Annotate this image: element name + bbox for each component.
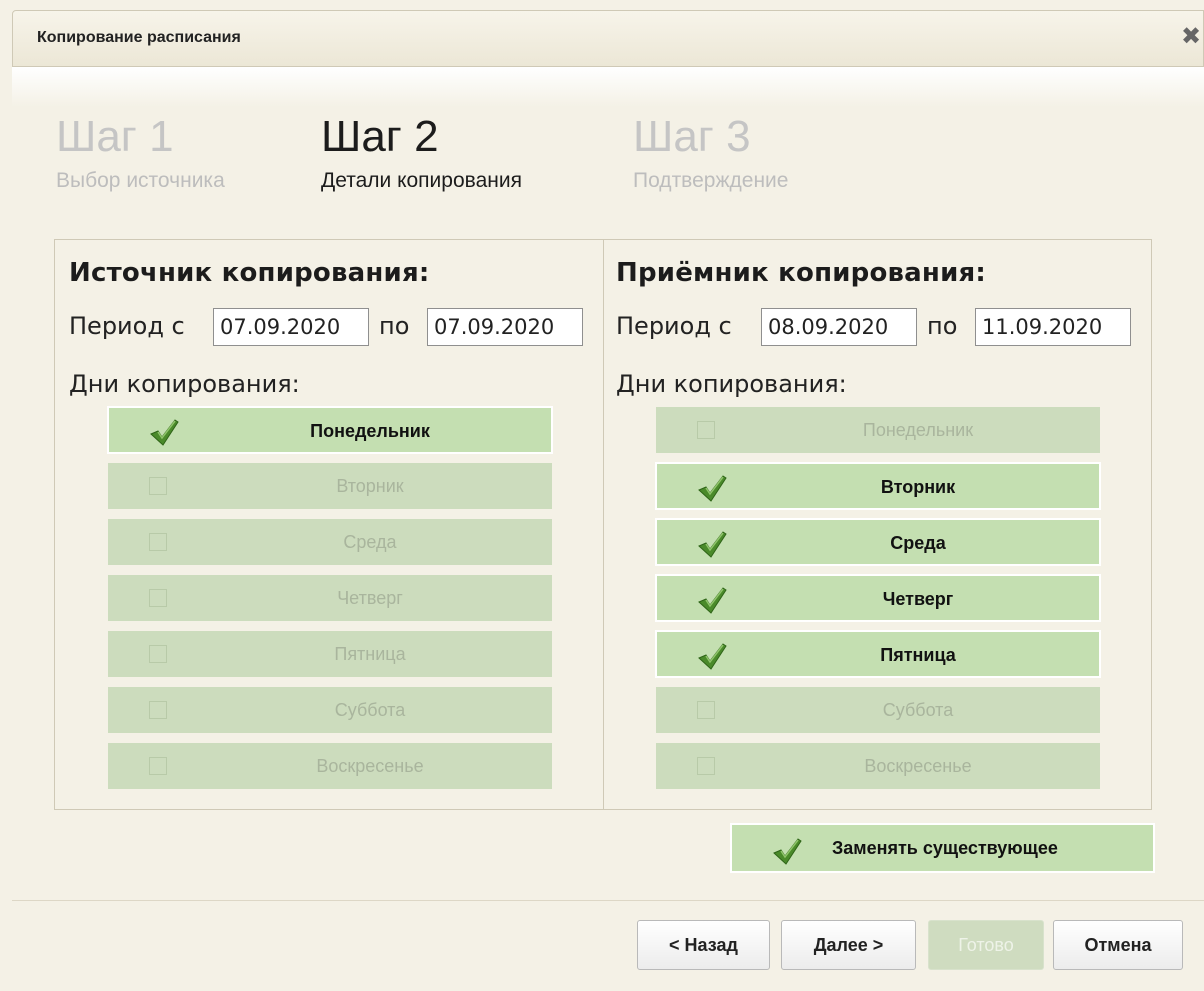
step-3: Шаг 3 Подтверждение [633, 112, 788, 196]
source-date-to-input[interactable] [427, 308, 583, 346]
checkbox-empty-icon [697, 757, 715, 775]
target-date-from-input[interactable] [761, 308, 917, 346]
target-period-from-label: Период с [616, 312, 732, 340]
step-1-number: Шаг 1 [56, 112, 174, 161]
step-2-number: Шаг 2 [321, 112, 439, 161]
source-period-from-label: Период с [69, 312, 185, 340]
target-day-checkbox[interactable]: Четверг [655, 574, 1101, 622]
checkmark-icon [698, 643, 727, 670]
source-day-checkbox[interactable]: Воскресенье [107, 742, 553, 790]
source-panel: Источник копирования: Период с по Дни ко… [55, 240, 603, 809]
checkmark-icon [698, 531, 727, 558]
day-label: Четверг [337, 588, 403, 608]
source-day-checkbox[interactable]: Суббота [107, 686, 553, 734]
checkbox-empty-icon [149, 533, 167, 551]
source-days-label: Дни копирования: [69, 370, 300, 398]
day-label: Вторник [336, 476, 404, 496]
day-label: Суббота [334, 700, 406, 720]
checkbox-empty-icon [149, 757, 167, 775]
header-band [12, 67, 1204, 107]
step-1: Шаг 1 Выбор источника [56, 112, 225, 196]
checkbox-empty-icon [149, 477, 167, 495]
day-label: Понедельник [862, 420, 974, 440]
done-button[interactable]: Готово [928, 920, 1044, 970]
day-label: Пятница [880, 645, 956, 665]
target-date-to-input[interactable] [975, 308, 1131, 346]
copy-schedule-dialog: Копирование расписания ✖ Шаг 1 Выбор ист… [0, 0, 1204, 991]
next-button[interactable]: Далее > [781, 920, 916, 970]
dialog-title: Копирование расписания [37, 29, 241, 46]
target-day-checkbox[interactable]: Пятница [655, 630, 1101, 678]
target-period-to-label: по [927, 312, 958, 340]
replace-existing-label: Заменять существующее [832, 838, 1058, 858]
source-heading: Источник копирования: [69, 258, 430, 288]
source-date-from-input[interactable] [213, 308, 369, 346]
cancel-button[interactable]: Отмена [1053, 920, 1183, 970]
day-label: Суббота [882, 700, 954, 720]
day-label: Понедельник [310, 421, 430, 441]
dialog-titlebar: Копирование расписания ✖ [12, 10, 1204, 67]
target-day-checkbox[interactable]: Вторник [655, 462, 1101, 510]
target-day-checkbox[interactable]: Понедельник [655, 406, 1101, 454]
back-button[interactable]: < Назад [637, 920, 770, 970]
checkbox-empty-icon [149, 645, 167, 663]
source-day-checkbox[interactable]: Пятница [107, 630, 553, 678]
day-label: Четверг [882, 589, 954, 609]
day-label: Среда [890, 533, 946, 553]
checkmark-icon [150, 419, 179, 446]
day-label: Среда [343, 532, 397, 552]
source-day-checkbox[interactable]: Четверг [107, 574, 553, 622]
target-day-checkbox[interactable]: Среда [655, 518, 1101, 566]
step-3-description: Подтверждение [633, 169, 789, 192]
footer-divider [12, 900, 1204, 901]
target-heading: Приёмник копирования: [616, 258, 986, 288]
source-day-checkbox[interactable]: Среда [107, 518, 553, 566]
target-days-label: Дни копирования: [616, 370, 847, 398]
checkbox-empty-icon [697, 701, 715, 719]
replace-existing-toggle[interactable]: Заменять существующее [730, 823, 1155, 873]
checkmark-icon [698, 475, 727, 502]
checkbox-empty-icon [149, 701, 167, 719]
day-label: Воскресенье [316, 756, 424, 776]
checkbox-empty-icon [697, 421, 715, 439]
target-panel: Приёмник копирования: Период с по Дни ко… [604, 240, 1152, 809]
copy-panels: Источник копирования: Период с по Дни ко… [54, 239, 1152, 810]
target-day-checkbox[interactable]: Воскресенье [655, 742, 1101, 790]
checkbox-empty-icon [149, 589, 167, 607]
step-2-description: Детали копирования [321, 169, 522, 192]
source-day-checkbox[interactable]: Понедельник [107, 406, 553, 454]
source-period-to-label: по [379, 312, 410, 340]
day-label: Пятница [334, 644, 406, 664]
day-label: Вторник [880, 477, 956, 497]
step-1-description: Выбор источника [56, 169, 225, 192]
step-2: Шаг 2 Детали копирования [321, 112, 522, 196]
close-icon[interactable]: ✖ [1179, 25, 1203, 49]
step-3-number: Шаг 3 [633, 112, 751, 161]
day-label: Воскресенье [864, 756, 972, 776]
checkmark-icon [698, 587, 727, 614]
checkmark-icon [773, 838, 802, 865]
source-day-checkbox[interactable]: Вторник [107, 462, 553, 510]
target-day-checkbox[interactable]: Суббота [655, 686, 1101, 734]
